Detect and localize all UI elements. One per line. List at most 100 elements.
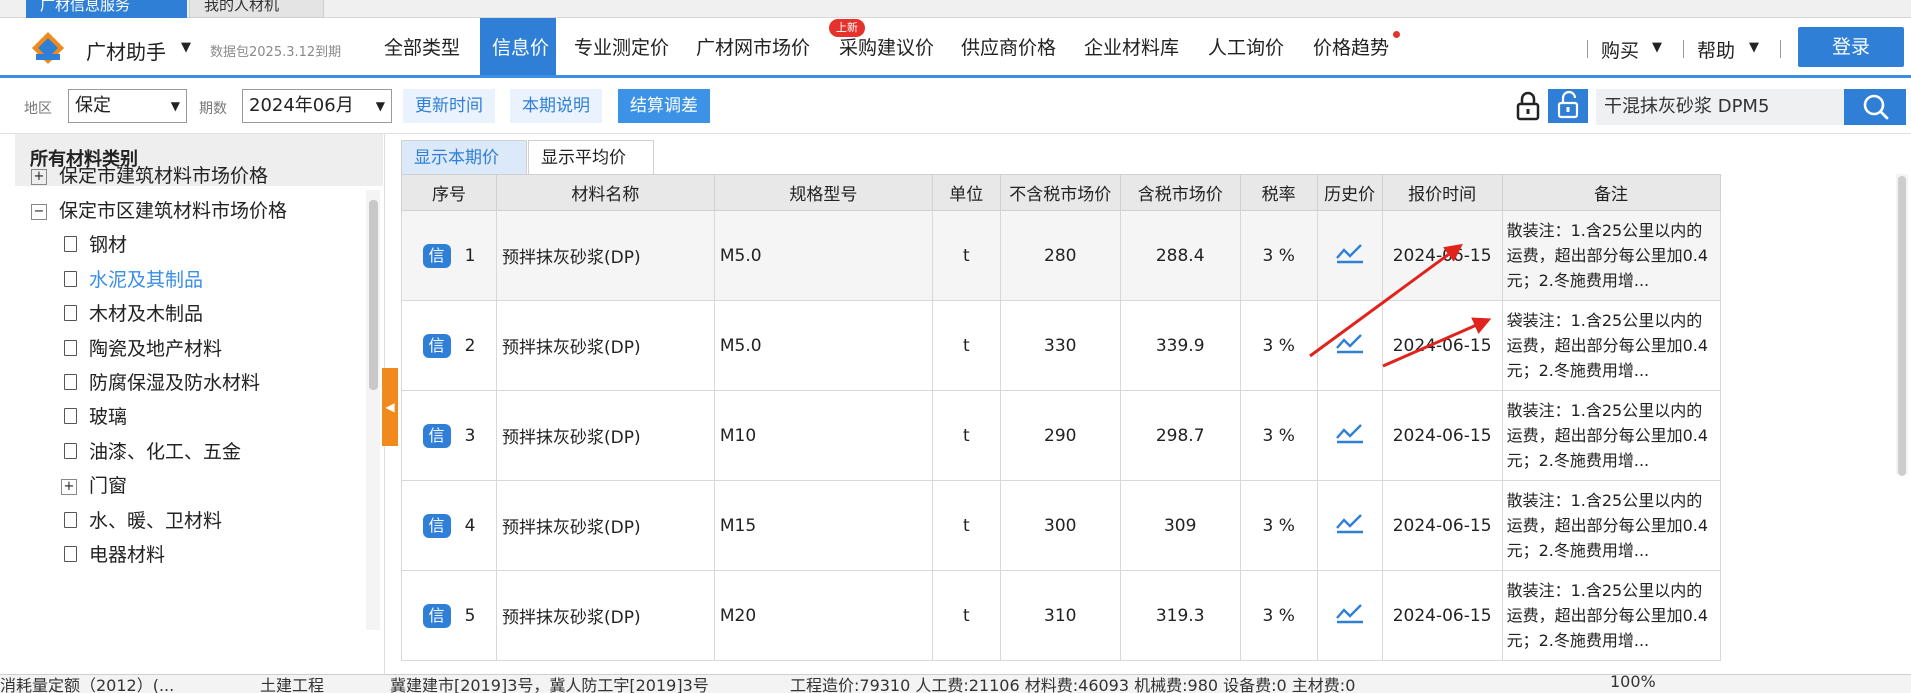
cell-remark: 散装注：1.含25公里以内的运费，超出部分每公里加0.4元；2.冬施费用增... [1501, 210, 1721, 301]
cell-history[interactable] [1316, 570, 1383, 661]
header-empty [1719, 174, 1896, 211]
tree-item-baoding-urban[interactable]: − 保定市区建筑材料市场价格 [31, 196, 287, 223]
login-button[interactable]: 登录 [1798, 27, 1904, 67]
chevron-down-icon[interactable]: ▼ [1749, 40, 1759, 55]
header-price-in-tax[interactable]: 含税市场价 [1119, 174, 1241, 211]
tree-item-electrical[interactable]: 电器材料 [64, 540, 165, 567]
trend-chart-icon[interactable] [1335, 512, 1365, 534]
nav-item-special-price[interactable]: 专业测定价 [564, 18, 679, 75]
trend-chart-icon[interactable] [1335, 242, 1365, 264]
document-icon [64, 340, 77, 356]
collapse-icon[interactable]: − [31, 204, 47, 220]
chevron-down-icon: ▼ [375, 99, 385, 113]
cell-history[interactable] [1316, 300, 1383, 391]
scrollbar-thumb[interactable] [1898, 176, 1906, 476]
table-row[interactable]: 信2 预拌抹灰砂浆(DP) M5.0 t 330 339.9 3 % 2024-… [401, 300, 1896, 391]
cell-no: 信4 [401, 480, 497, 571]
tree-item-baoding-city[interactable]: + 保定市建筑材料市场价格 [31, 161, 268, 188]
cell-name: 预拌抹灰砂浆(DP) [495, 570, 715, 661]
cell-empty [1719, 300, 1896, 391]
tree-item-wood[interactable]: 木材及木制品 [64, 299, 203, 326]
tree-item-label: 油漆、化工、五金 [89, 441, 242, 463]
document-icon [64, 546, 77, 562]
nav-item-market-price[interactable]: 广材网市场价 [686, 18, 820, 75]
search-icon[interactable] [1844, 89, 1906, 125]
category-sidebar: 所有材料类别 + 保定市建筑材料市场价格 − 保定市区建筑材料市场价格 钢材 水泥及… [0, 134, 385, 674]
settlement-adjust-button[interactable]: 结算调差 [618, 89, 710, 123]
trend-chart-icon[interactable] [1335, 332, 1365, 354]
unlock-icon[interactable] [1548, 89, 1588, 123]
expand-icon[interactable]: + [31, 169, 47, 185]
tree-item-paint-hardware[interactable]: 油漆、化工、五金 [64, 437, 241, 464]
nav-item-manual-inquiry[interactable]: 人工询价 [1198, 18, 1294, 75]
cell-tax-rate: 3 % [1239, 480, 1318, 571]
header-spec[interactable]: 规格型号 [713, 174, 933, 211]
header-tax-rate[interactable]: 税率 [1239, 174, 1318, 211]
zoom-level[interactable]: 100% [1610, 675, 1656, 691]
tree-item-cement[interactable]: 水泥及其制品 [64, 265, 203, 292]
tab-material-info-service[interactable]: 广材信息服务 [26, 0, 187, 18]
tree-item-waterproof[interactable]: 防腐保湿及防水材料 [64, 368, 260, 395]
table-scrollbar[interactable] [1896, 174, 1908, 476]
help-menu[interactable]: 帮助 [1697, 36, 1735, 63]
cell-history[interactable] [1316, 210, 1383, 301]
lock-icon[interactable] [1515, 91, 1541, 121]
table-row[interactable]: 信1 预拌抹灰砂浆(DP) M5.0 t 280 288.4 3 % 2024-… [401, 210, 1896, 301]
nav-item-info-price[interactable]: 信息价 [480, 18, 556, 75]
cell-history[interactable] [1316, 480, 1383, 571]
period-note-button[interactable]: 本期说明 [510, 89, 602, 123]
status-bar: 消耗量定额（2012）(... 土建工程 冀建建市[2019]3号，冀人防工宇[… [0, 674, 1911, 693]
scrollbar-thumb[interactable] [369, 200, 378, 390]
nav-item-price-trend[interactable]: 价格趋势 [1303, 18, 1399, 75]
header-no[interactable]: 序号 [401, 174, 497, 211]
document-icon [64, 305, 77, 321]
tree-item-ceramics[interactable]: 陶瓷及地产材料 [64, 334, 222, 361]
tree-item-plumbing[interactable]: 水、暖、卫材料 [64, 506, 222, 533]
trend-chart-icon[interactable] [1335, 422, 1365, 444]
table-row[interactable]: 信5 预拌抹灰砂浆(DP) M20 t 310 319.3 3 % 2024-0… [401, 570, 1896, 661]
header-quote-date[interactable]: 报价时间 [1381, 174, 1503, 211]
sidebar-scrollbar[interactable] [366, 190, 380, 630]
header-history[interactable]: 历史价 [1316, 174, 1383, 211]
tab-my-materials[interactable]: 我的人材机 [189, 0, 324, 18]
chevron-down-icon[interactable]: ▼ [181, 40, 191, 55]
header-unit[interactable]: 单位 [931, 174, 1001, 211]
cell-remark: 散装注：1.含25公里以内的运费，超出部分每公里加0.4元；2.冬施费用增... [1501, 570, 1721, 661]
trend-chart-icon[interactable] [1335, 602, 1365, 624]
buy-menu[interactable]: 购买 [1601, 36, 1639, 63]
cell-remark: 袋装注：1.含25公里以内的运费，超出部分每公里加0.4元；2.冬施费用增... [1501, 300, 1721, 391]
period-select[interactable]: 2024年06月 ▼ [242, 89, 392, 123]
update-time-button[interactable]: 更新时间 [403, 89, 495, 123]
table-row[interactable]: 信3 预拌抹灰砂浆(DP) M10 t 290 298.7 3 % 2024-0… [401, 390, 1896, 481]
nav-item-all-types[interactable]: 全部类型 [374, 18, 470, 75]
cell-no: 信1 [401, 210, 497, 301]
collapse-sidebar-handle[interactable]: ◀ [382, 368, 398, 446]
region-select[interactable]: 保定 ▼ [68, 89, 187, 123]
tab-average-price[interactable]: 显示平均价 [528, 140, 654, 174]
header-remark[interactable]: 备注 [1501, 174, 1721, 211]
cell-empty [1719, 570, 1896, 661]
cell-price-in-tax: 288.4 [1119, 210, 1241, 301]
cell-spec: M5.0 [713, 300, 933, 391]
document-icon [64, 271, 77, 287]
table-row[interactable]: 信4 预拌抹灰砂浆(DP) M15 t 300 309 3 % 2024-06-… [401, 480, 1896, 571]
search-input[interactable]: 干混抹灰砂浆 DPM5 [1596, 89, 1844, 125]
cell-quote-date: 2024-06-15 [1381, 480, 1503, 571]
header-name[interactable]: 材料名称 [495, 174, 715, 211]
tree-item-glass[interactable]: 玻璃 [64, 402, 127, 429]
tab-current-price[interactable]: 显示本期价格 [401, 140, 527, 202]
chevron-down-icon[interactable]: ▼ [1652, 40, 1662, 55]
cell-history[interactable] [1316, 390, 1383, 481]
brand-name[interactable]: 广材助手 [86, 36, 166, 65]
tree-item-label: 门窗 [89, 475, 128, 497]
nav-item-supplier-price[interactable]: 供应商价格 [951, 18, 1066, 75]
header-price-ex-tax[interactable]: 不含税市场价 [999, 174, 1121, 211]
info-badge: 信 [422, 243, 451, 268]
info-badge: 信 [422, 603, 451, 628]
tree-item-label: 木材及木制品 [89, 303, 204, 325]
info-badge: 信 [422, 423, 451, 448]
tree-item-doors-windows[interactable]: + 门窗 [61, 471, 127, 498]
expand-icon[interactable]: + [61, 479, 77, 495]
tree-item-steel[interactable]: 钢材 [64, 230, 127, 257]
nav-item-enterprise-library[interactable]: 企业材料库 [1074, 18, 1189, 75]
